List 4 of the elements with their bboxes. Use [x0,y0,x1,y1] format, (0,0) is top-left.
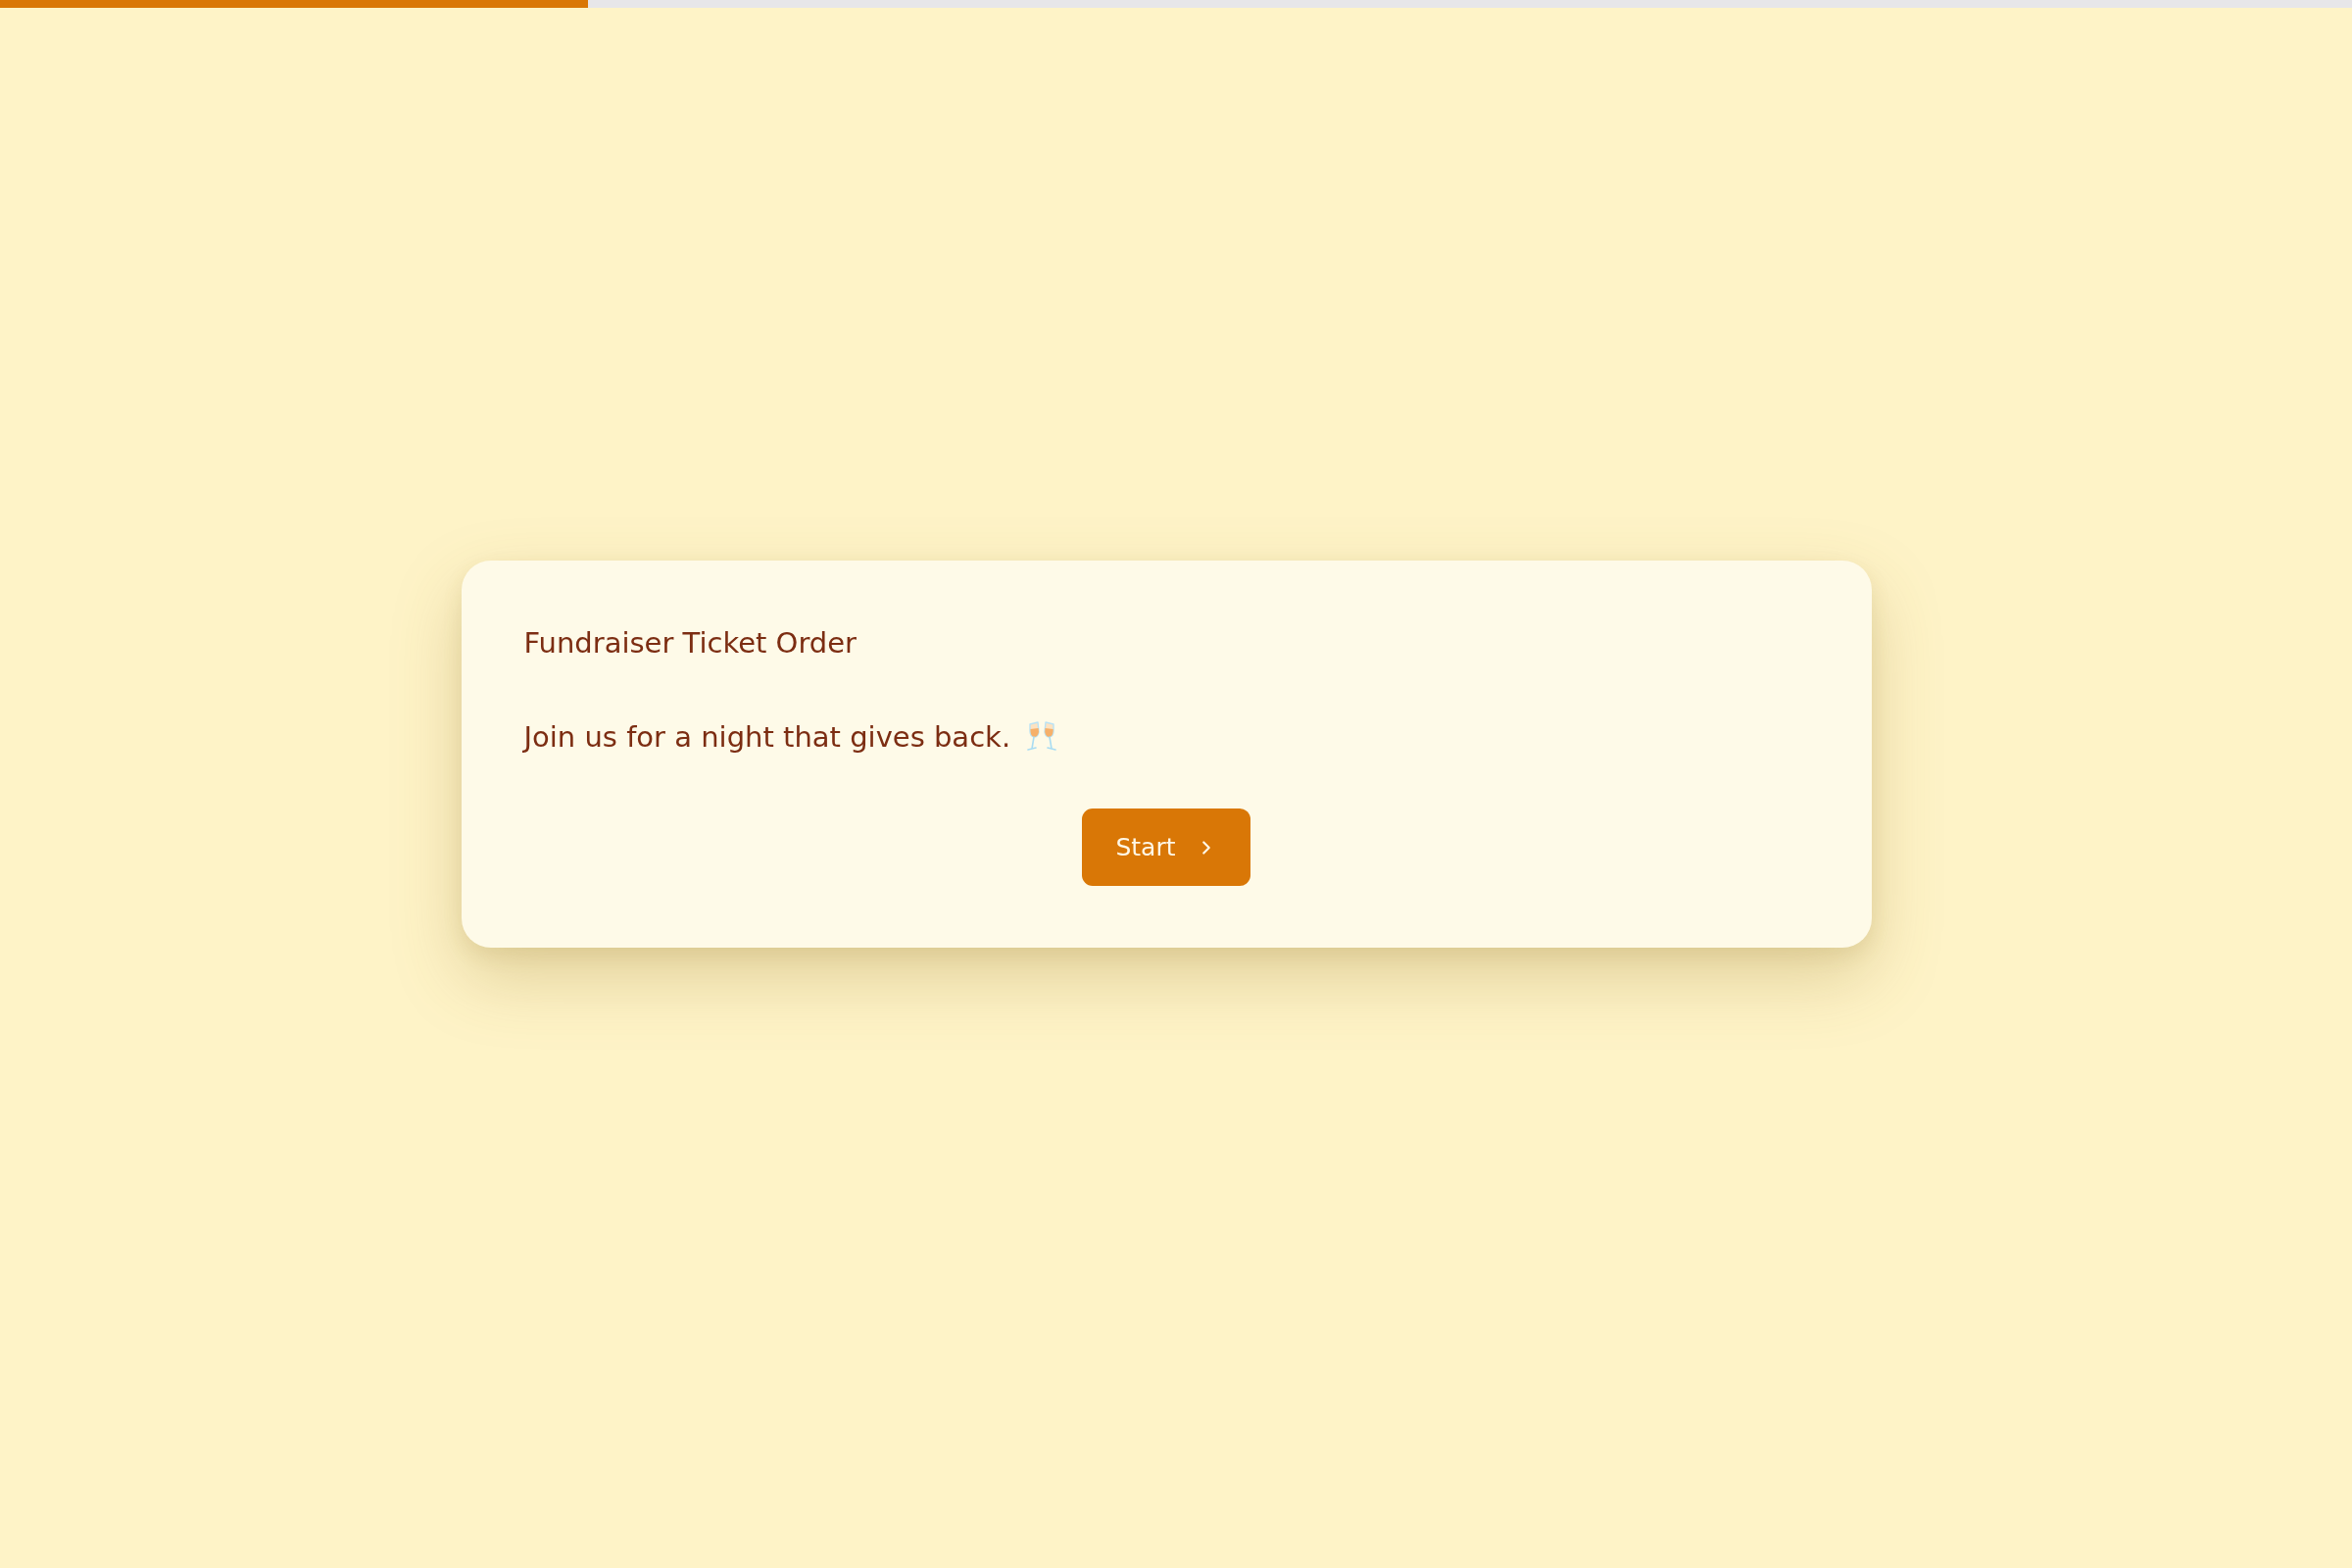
champagne-glasses-icon [1026,720,1058,754]
start-button[interactable]: Start [1082,808,1250,886]
form-title: Fundraiser Ticket Order [523,625,858,661]
welcome-message: Join us for a night that gives back. [523,719,1011,755]
